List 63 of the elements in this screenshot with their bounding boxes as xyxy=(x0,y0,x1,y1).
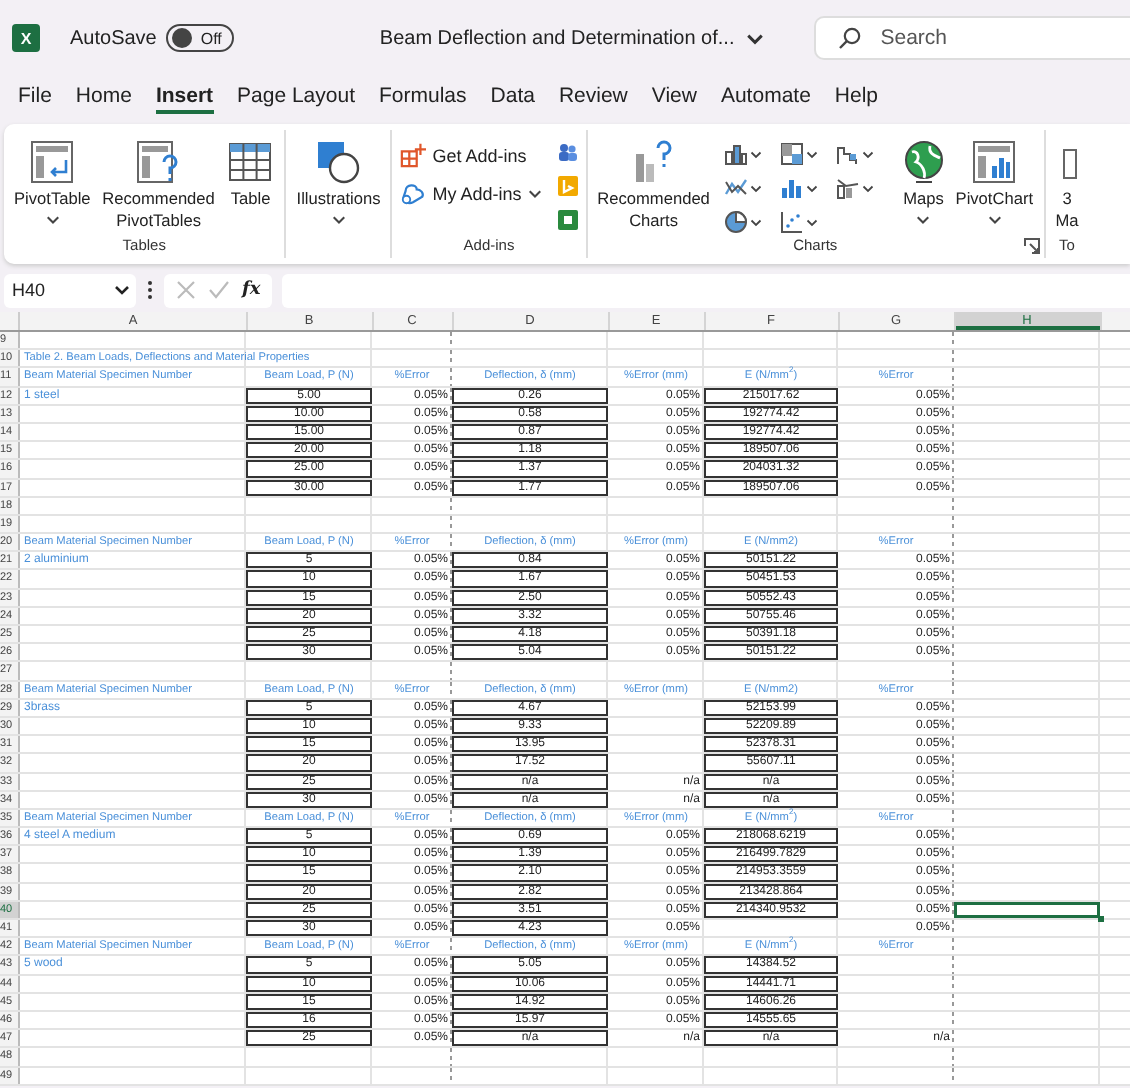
pie-chart-icon xyxy=(723,209,748,233)
caret-icon xyxy=(749,147,762,159)
menu-tab[interactable]: Insert xyxy=(155,82,214,114)
pivot-table-question-icon xyxy=(134,138,183,186)
caret-icon xyxy=(749,215,762,227)
caret-icon xyxy=(805,147,818,159)
app-logo: X xyxy=(12,24,40,52)
table-button[interactable]: Table xyxy=(224,138,277,210)
search-icon xyxy=(838,26,863,50)
line-chart-icon xyxy=(723,175,748,199)
more-options-icon[interactable] xyxy=(146,278,154,302)
pivot-chart-button[interactable]: PivotChart xyxy=(953,138,1036,226)
combo-chart-icon xyxy=(835,175,860,199)
people-icon[interactable] xyxy=(557,142,578,162)
menu-tab[interactable]: File xyxy=(18,82,52,114)
recommended-charts-button[interactable]: Recommended Charts xyxy=(595,138,712,232)
autosave-toggle[interactable]: Off xyxy=(166,24,234,52)
waterfall-chart-icon xyxy=(835,141,860,165)
caret-icon xyxy=(749,181,762,193)
caret-icon xyxy=(114,282,130,298)
3d-map-button[interactable]: 3 Ma xyxy=(1053,138,1082,232)
chevron-down-icon xyxy=(746,29,765,47)
illustrations-button[interactable]: Illustrations xyxy=(294,138,383,226)
search-field[interactable]: Search xyxy=(814,16,1130,60)
caret-icon xyxy=(861,147,874,159)
caret-icon xyxy=(805,215,818,227)
pivot-chart-icon xyxy=(970,138,1019,186)
document-title[interactable]: Beam Deflection and Determination of... xyxy=(379,27,765,49)
add-in-shape-icon xyxy=(400,180,427,206)
menu-tab[interactable]: View xyxy=(651,82,697,114)
globe-icon xyxy=(899,138,948,186)
caret-icon xyxy=(861,181,874,193)
get-add-ins-button[interactable]: Get Add-ins xyxy=(400,142,542,168)
scatter-chart-icon xyxy=(779,209,804,233)
menu-tab[interactable]: Automate xyxy=(720,82,811,114)
pivot-table-icon xyxy=(28,138,77,186)
caret-icon xyxy=(527,186,542,200)
shapes-icon xyxy=(314,138,363,186)
menu-tab[interactable]: Review xyxy=(558,82,628,114)
insert-function-button[interactable]: fx xyxy=(242,280,261,300)
column-chart-icon xyxy=(723,141,748,165)
caret-icon xyxy=(916,212,931,226)
maps-button[interactable]: Maps xyxy=(897,138,950,226)
caret-icon xyxy=(331,212,346,226)
menu-tab[interactable]: Page Layout xyxy=(237,82,355,114)
add-in-grid-icon xyxy=(400,142,427,168)
active-cell[interactable] xyxy=(954,901,1100,918)
caret-icon xyxy=(987,212,1002,226)
recommended-pivottables-button[interactable]: Recommended PivotTables xyxy=(96,138,221,232)
menu-tab[interactable]: Help xyxy=(834,82,879,114)
menu-tab[interactable]: Data xyxy=(490,82,535,114)
pivot-table-button[interactable]: PivotTable xyxy=(12,138,93,226)
my-add-ins-button[interactable]: My Add-ins xyxy=(400,180,542,206)
treemap-icon xyxy=(779,141,804,165)
name-box[interactable]: H40 xyxy=(4,273,136,307)
dialog-launcher-icon[interactable] xyxy=(1023,238,1040,254)
menu-tab[interactable]: Home xyxy=(75,82,132,114)
caret-icon xyxy=(45,212,60,226)
autosave-label: AutoSave xyxy=(70,27,157,49)
bar-chart-icon xyxy=(779,175,804,199)
menu-tab[interactable]: Formulas xyxy=(379,82,467,114)
caret-icon xyxy=(805,181,818,193)
table-icon xyxy=(226,138,275,186)
